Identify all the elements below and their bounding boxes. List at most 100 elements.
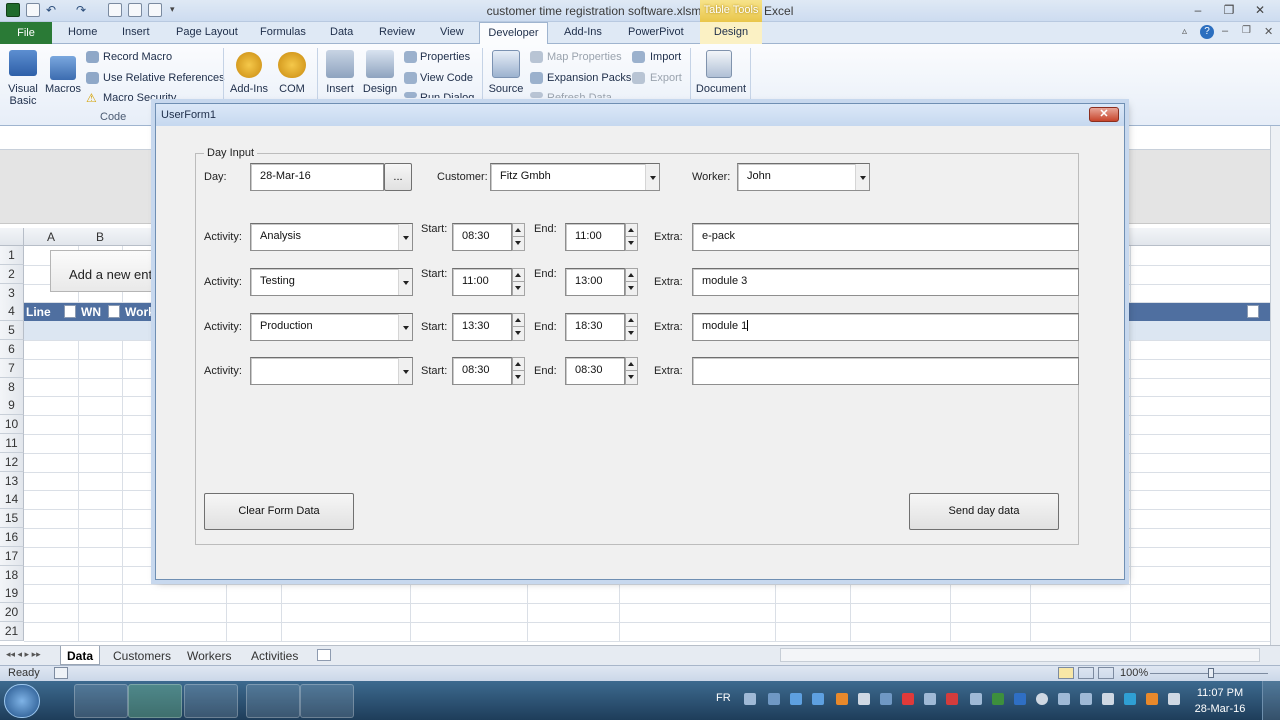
send-day-data-button[interactable]: Send day data bbox=[909, 493, 1059, 530]
row-header[interactable]: 9 bbox=[0, 396, 24, 416]
row-header[interactable]: 15 bbox=[0, 509, 24, 529]
tab-view[interactable]: View bbox=[440, 26, 464, 38]
end-time-spinner[interactable] bbox=[625, 357, 638, 385]
spin-down-icon[interactable] bbox=[513, 237, 524, 250]
view-code-button[interactable]: View Code bbox=[420, 72, 473, 84]
import-button[interactable]: Import bbox=[650, 51, 681, 63]
activity-combobox[interactable]: Analysis bbox=[250, 223, 413, 251]
normal-view-icon[interactable] bbox=[1058, 667, 1074, 679]
chevron-down-icon[interactable] bbox=[855, 164, 869, 190]
end-time-spinner[interactable] bbox=[625, 223, 638, 251]
tray-icon[interactable] bbox=[902, 693, 914, 705]
spin-up-icon[interactable] bbox=[626, 358, 637, 371]
tab-review[interactable]: Review bbox=[379, 26, 415, 38]
row-header[interactable]: 20 bbox=[0, 603, 24, 623]
internet-explorer-taskbar-icon[interactable] bbox=[246, 684, 300, 718]
doc-restore-icon[interactable]: ❐ bbox=[1242, 25, 1251, 36]
end-time-input[interactable]: 08:30 bbox=[565, 357, 625, 385]
activity-combobox[interactable] bbox=[250, 357, 413, 385]
start-time-input[interactable]: 08:30 bbox=[452, 357, 512, 385]
row-header[interactable]: 3 bbox=[0, 283, 24, 303]
start-time-spinner[interactable] bbox=[512, 268, 525, 296]
chevron-down-icon[interactable] bbox=[398, 358, 412, 384]
macros-button[interactable]: Macros bbox=[44, 83, 82, 95]
sheet-tab-data[interactable]: Data bbox=[60, 646, 101, 665]
page-layout-view-icon[interactable] bbox=[1078, 667, 1094, 679]
activity-combobox[interactable]: Testing bbox=[250, 268, 413, 296]
spin-down-icon[interactable] bbox=[626, 371, 637, 384]
chevron-down-icon[interactable] bbox=[398, 314, 412, 340]
row-header[interactable]: 4 bbox=[0, 302, 24, 322]
media-player-taskbar-icon[interactable] bbox=[184, 684, 238, 718]
first-sheet-nav-icon[interactable]: ◂◂ ◂ ▸ ▸▸ bbox=[6, 649, 41, 660]
row-header[interactable]: 13 bbox=[0, 471, 24, 491]
filter-dropdown-icon[interactable]: ▼ bbox=[1247, 305, 1260, 318]
start-orb-icon[interactable] bbox=[4, 684, 40, 718]
page-break-view-icon[interactable] bbox=[1098, 667, 1114, 679]
spin-down-icon[interactable] bbox=[626, 237, 637, 250]
tray-icon[interactable] bbox=[1080, 693, 1092, 705]
start-time-input[interactable]: 13:30 bbox=[452, 313, 512, 341]
column-header-b[interactable]: B bbox=[78, 230, 122, 244]
tray-icon[interactable] bbox=[924, 693, 936, 705]
tab-design[interactable]: Design bbox=[700, 22, 762, 44]
tab-data[interactable]: Data bbox=[330, 26, 353, 38]
minimize-button[interactable]: – bbox=[1188, 2, 1208, 18]
horizontal-scrollbar[interactable] bbox=[780, 648, 1260, 662]
row-header[interactable]: 8 bbox=[0, 377, 24, 397]
end-time-input[interactable]: 11:00 bbox=[565, 223, 625, 251]
add-ins-button[interactable]: Add-Ins bbox=[228, 83, 270, 95]
day-picker-button[interactable]: ... bbox=[384, 163, 412, 191]
export-button[interactable]: Export bbox=[650, 72, 682, 84]
row-header[interactable]: 11 bbox=[0, 434, 24, 453]
tray-icon[interactable] bbox=[858, 693, 870, 705]
tab-file[interactable]: File bbox=[0, 22, 52, 44]
end-time-input[interactable]: 13:00 bbox=[565, 268, 625, 296]
ribbon-minimize-icon[interactable]: ▵ bbox=[1182, 26, 1187, 37]
tray-icon[interactable] bbox=[812, 693, 824, 705]
tray-icon[interactable] bbox=[790, 693, 802, 705]
row-header[interactable]: 18 bbox=[0, 565, 24, 585]
network-icon[interactable] bbox=[1124, 693, 1136, 705]
select-all-corner[interactable] bbox=[0, 228, 24, 246]
extra-input[interactable]: e-pack bbox=[692, 223, 1079, 251]
tray-icon[interactable] bbox=[1058, 693, 1070, 705]
row-header[interactable]: 1 bbox=[0, 246, 24, 265]
spin-down-icon[interactable] bbox=[626, 282, 637, 295]
tray-icon[interactable] bbox=[744, 693, 756, 705]
show-desktop-button[interactable] bbox=[1262, 681, 1280, 720]
row-header[interactable]: 7 bbox=[0, 358, 24, 378]
spin-up-icon[interactable] bbox=[626, 269, 637, 282]
chevron-down-icon[interactable] bbox=[398, 269, 412, 295]
add-entry-button[interactable]: Add a new entry bbox=[50, 250, 160, 292]
row-header[interactable]: 16 bbox=[0, 528, 24, 547]
vertical-scrollbar[interactable] bbox=[1270, 126, 1280, 646]
visual-basic-button[interactable]: Visual Basic bbox=[2, 83, 44, 107]
end-time-spinner[interactable] bbox=[625, 268, 638, 296]
zoom-level[interactable]: 100% bbox=[1120, 667, 1148, 679]
tray-icon[interactable] bbox=[992, 693, 1004, 705]
row-header[interactable]: 19 bbox=[0, 584, 24, 604]
row-header[interactable]: 12 bbox=[0, 452, 24, 472]
macro-record-icon[interactable] bbox=[54, 667, 68, 679]
sheet-tab-workers[interactable]: Workers bbox=[187, 649, 231, 663]
row-header[interactable]: 21 bbox=[0, 622, 24, 641]
spin-up-icon[interactable] bbox=[513, 358, 524, 371]
row-header[interactable]: 6 bbox=[0, 340, 24, 359]
tray-icon[interactable] bbox=[768, 693, 780, 705]
spin-up-icon[interactable] bbox=[513, 269, 524, 282]
sheet-tab-customers[interactable]: Customers bbox=[113, 649, 171, 663]
insert-sheet-icon[interactable] bbox=[317, 649, 331, 661]
tray-icon[interactable] bbox=[946, 693, 958, 705]
run-dialog-button[interactable]: Run Dialog bbox=[420, 92, 474, 98]
tab-powerpivot[interactable]: PowerPivot bbox=[628, 26, 684, 38]
taskbar-date[interactable]: 28-Mar-16 bbox=[1190, 703, 1250, 715]
chevron-down-icon[interactable] bbox=[398, 224, 412, 250]
row-header[interactable]: 17 bbox=[0, 546, 24, 566]
day-input[interactable]: 28-Mar-16 bbox=[250, 163, 384, 191]
com-add-ins-button[interactable]: COM Add-Ins bbox=[270, 83, 314, 95]
record-macro-button[interactable]: Record Macro bbox=[103, 51, 172, 63]
start-time-spinner[interactable] bbox=[512, 357, 525, 385]
explorer-taskbar-icon[interactable] bbox=[74, 684, 128, 718]
column-header-a[interactable]: A bbox=[24, 230, 78, 244]
